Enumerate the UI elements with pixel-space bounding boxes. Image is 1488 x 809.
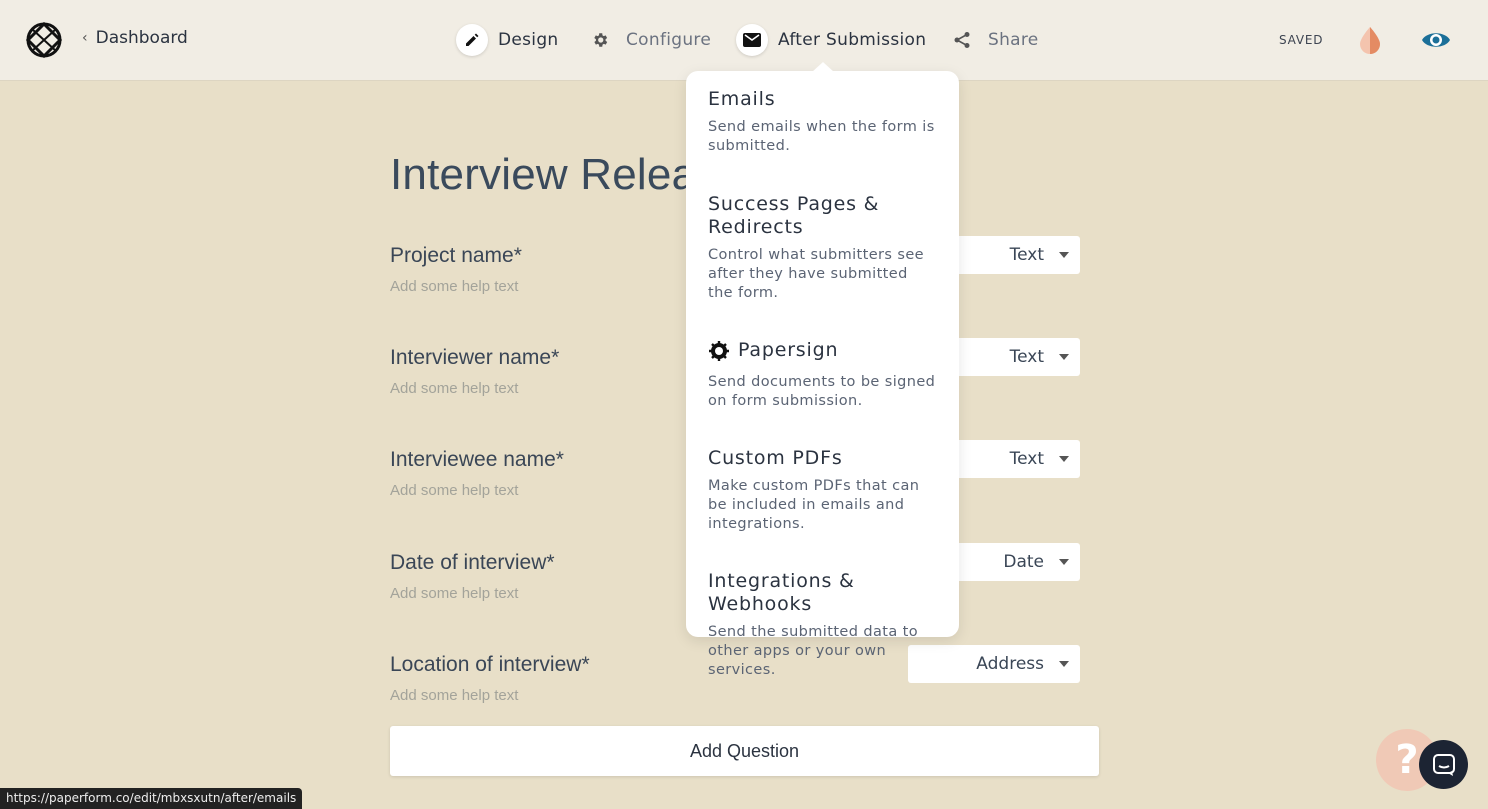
question-mark-icon: ? — [1395, 737, 1419, 783]
menu-item-description: Send documents to be signed on form subm… — [708, 374, 936, 409]
add-question-button[interactable]: Add Question — [390, 726, 1099, 776]
caret-down-icon — [1059, 252, 1069, 258]
papersign-icon — [709, 340, 729, 361]
chat-button[interactable] — [1419, 740, 1468, 789]
share-icon — [946, 24, 978, 56]
menu-item-custom-pdfs[interactable]: Custom PDFs Make custom PDFs that can be… — [708, 447, 937, 534]
tab-after-submission[interactable]: After Submission — [736, 24, 926, 56]
tab-label: Configure — [626, 30, 712, 50]
menu-item-title-row: Papersign — [708, 339, 937, 362]
tab-label: After Submission — [778, 30, 927, 50]
caret-down-icon — [1059, 456, 1069, 462]
menu-item-emails[interactable]: Emails Send emails when the form is subm… — [708, 88, 937, 156]
theme-drop-icon[interactable] — [1358, 26, 1382, 54]
menu-item-title: Emails — [708, 88, 776, 110]
question-type-value: Text — [1009, 245, 1044, 265]
question-type-value: Text — [1009, 449, 1044, 469]
question-type-value: Address — [976, 654, 1044, 674]
menu-item-description: Send emails when the form is submitted. — [708, 119, 935, 154]
tab-configure[interactable]: Configure — [584, 24, 711, 56]
top-bar: ‹ Dashboard Design Configure After Submi… — [0, 0, 1488, 81]
menu-item-title: Success Pages & Redirects — [708, 193, 880, 238]
caret-down-icon — [1059, 559, 1069, 565]
chat-icon — [1432, 753, 1455, 776]
gear-icon — [584, 24, 616, 56]
caret-down-icon — [1059, 661, 1069, 667]
tab-label: Design — [498, 30, 559, 50]
menu-item-title: Integrations & Webhooks — [708, 570, 855, 615]
question-type-value: Date — [1003, 552, 1044, 572]
menu-item-papersign[interactable]: Papersign Send documents to be signed on… — [708, 339, 937, 411]
status-bar-url: https://paperform.co/edit/mbxsxutn/after… — [0, 788, 303, 809]
save-status: SAVED — [1279, 33, 1324, 47]
menu-item-success-pages[interactable]: Success Pages & Redirects Control what s… — [708, 193, 937, 303]
menu-item-description: Control what submitters see after they h… — [708, 247, 924, 301]
menu-item-integrations[interactable]: Integrations & Webhooks Send the submitt… — [708, 570, 937, 680]
tab-share[interactable]: Share — [946, 24, 1039, 56]
tab-design[interactable]: Design — [456, 24, 559, 56]
chevron-left-icon: ‹ — [82, 30, 88, 46]
back-label: Dashboard — [95, 28, 188, 48]
after-submission-menu: Emails Send emails when the form is subm… — [686, 62, 959, 678]
question-help-text[interactable]: Add some help text — [390, 687, 1080, 704]
question-type-value: Text — [1009, 347, 1044, 367]
paperform-logo-icon[interactable] — [26, 22, 62, 58]
menu-item-title: Papersign — [738, 339, 839, 361]
caret-down-icon — [1059, 354, 1069, 360]
mail-icon — [736, 24, 768, 56]
pencil-icon — [456, 24, 488, 56]
menu-item-description: Send the submitted data to other apps or… — [708, 624, 918, 678]
menu-item-title: Custom PDFs — [708, 447, 843, 469]
menu-item-description: Make custom PDFs that can be included in… — [708, 478, 920, 532]
tab-label: Share — [988, 30, 1039, 50]
preview-eye-icon[interactable] — [1421, 26, 1451, 54]
back-to-dashboard-link[interactable]: ‹ Dashboard — [82, 28, 188, 48]
